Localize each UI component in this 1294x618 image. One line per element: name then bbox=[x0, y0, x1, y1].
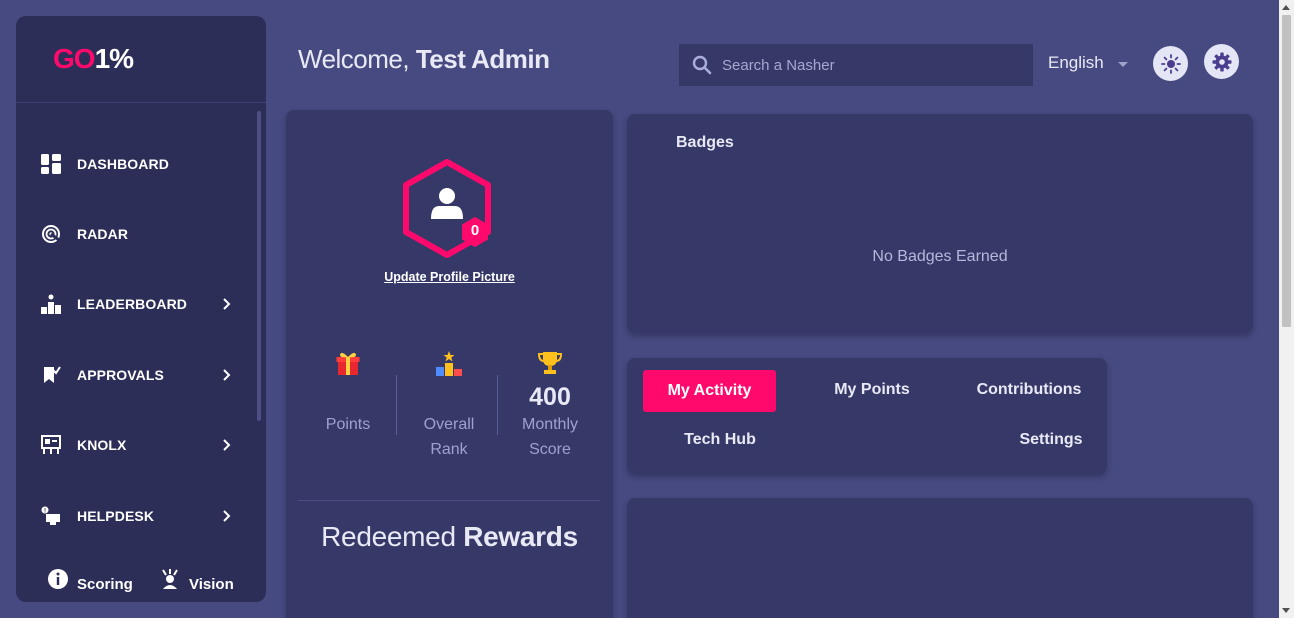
dashboard-icon bbox=[40, 153, 62, 175]
overall-rank-label-2: Rank bbox=[430, 441, 468, 458]
update-profile-picture-link[interactable]: Update Profile Picture bbox=[286, 270, 613, 284]
scoring-label: Scoring bbox=[77, 576, 133, 593]
app-logo[interactable]: GO1% bbox=[53, 43, 134, 75]
approvals-icon bbox=[40, 364, 62, 386]
language-value: English bbox=[1048, 53, 1104, 72]
monthly-score-value: 400 bbox=[529, 383, 571, 411]
redeemed-rewards-heading: Redeemed Rewards bbox=[286, 521, 613, 553]
stat-monthly-score: 400 Monthly Score bbox=[500, 348, 600, 462]
chevron-right-icon bbox=[223, 369, 231, 381]
tab-contributions[interactable]: Contributions bbox=[967, 369, 1091, 411]
monthly-score-label-1: Monthly bbox=[521, 416, 579, 433]
vision-link[interactable]: Vision bbox=[159, 564, 234, 593]
tab-settings[interactable]: Settings bbox=[1007, 419, 1095, 461]
sidebar-item-dashboard[interactable]: DASHBOARD bbox=[16, 144, 256, 184]
sidebar-item-helpdesk[interactable]: ! HELPDESK bbox=[16, 496, 256, 536]
overall-rank-value bbox=[399, 382, 499, 412]
sidebar-item-leaderboard[interactable]: LEADERBOARD bbox=[16, 284, 256, 324]
sidebar-item-label: HELPDESK bbox=[77, 508, 155, 524]
theme-toggle-button[interactable] bbox=[1153, 46, 1188, 81]
points-value bbox=[298, 382, 398, 412]
sidebar-footer: Scoring Vision bbox=[16, 564, 266, 594]
sidebar-item-radar[interactable]: RADAR bbox=[16, 214, 256, 254]
welcome-prefix: Welcome, bbox=[298, 44, 410, 74]
chevron-right-icon bbox=[223, 439, 231, 451]
sidebar-item-label: KNOLX bbox=[77, 437, 127, 453]
logo-area: GO1% bbox=[16, 16, 266, 103]
profile-divider bbox=[298, 500, 600, 501]
logo-percent-text: 1% bbox=[94, 43, 134, 74]
tab-my-activity[interactable]: My Activity bbox=[643, 370, 776, 412]
badges-title: Badges bbox=[676, 134, 734, 151]
vision-label: Vision bbox=[189, 576, 234, 593]
level-badge: 0 bbox=[460, 216, 490, 248]
leaderboard-icon bbox=[40, 293, 62, 315]
scrollbar-thumb[interactable] bbox=[1282, 15, 1291, 327]
sidebar: GO1% DASHBOARD RADAR LEADERBOARD APPROVA… bbox=[16, 16, 266, 602]
knolx-icon bbox=[40, 434, 62, 456]
helpdesk-icon: ! bbox=[40, 505, 62, 527]
svg-text:!: ! bbox=[44, 509, 46, 515]
sidebar-scrollbar[interactable] bbox=[257, 111, 261, 421]
activity-content-card bbox=[627, 498, 1253, 618]
language-select[interactable]: English bbox=[1048, 53, 1128, 73]
gift-icon bbox=[298, 348, 398, 378]
user-name: Test Admin bbox=[415, 44, 550, 74]
scoring-link[interactable]: Scoring bbox=[47, 564, 133, 593]
sidebar-item-label: DASHBOARD bbox=[77, 156, 169, 172]
welcome-heading: Welcome, Test Admin bbox=[298, 44, 550, 75]
profile-card: 0 Update Profile Picture Points Overall … bbox=[286, 110, 613, 618]
gear-icon bbox=[1212, 52, 1231, 71]
logo-go-text: GO bbox=[53, 43, 96, 74]
level-badge-value: 0 bbox=[470, 222, 480, 239]
settings-button[interactable] bbox=[1204, 44, 1239, 79]
sidebar-item-label: LEADERBOARD bbox=[77, 296, 187, 312]
tab-tech-hub[interactable]: Tech Hub bbox=[671, 419, 769, 461]
chevron-right-icon bbox=[223, 510, 231, 522]
points-label: Points bbox=[325, 416, 371, 433]
sidebar-item-label: APPROVALS bbox=[77, 367, 164, 383]
sidebar-item-approvals[interactable]: APPROVALS bbox=[16, 355, 256, 395]
redeemed-prefix: Redeemed bbox=[321, 521, 456, 552]
search-bar[interactable] bbox=[679, 44, 1033, 86]
scroll-up-arrow-icon[interactable] bbox=[1282, 5, 1290, 10]
monthly-score-label-2: Score bbox=[529, 441, 571, 458]
sun-icon bbox=[1160, 53, 1181, 74]
page-scrollbar[interactable] bbox=[1279, 0, 1294, 618]
profile-hexagon bbox=[403, 159, 491, 258]
badges-card: Badges No Badges Earned bbox=[627, 114, 1253, 333]
search-input[interactable] bbox=[722, 56, 1012, 74]
avatar[interactable]: 0 bbox=[400, 156, 504, 266]
redeemed-bold: Rewards bbox=[463, 521, 578, 552]
stat-divider bbox=[396, 375, 397, 435]
vision-icon bbox=[162, 568, 178, 589]
overall-rank-label-1: Overall bbox=[423, 416, 475, 433]
scroll-down-arrow-icon[interactable] bbox=[1282, 608, 1290, 613]
sidebar-item-knolx[interactable]: KNOLX bbox=[16, 425, 256, 465]
stat-points: Points bbox=[298, 348, 398, 437]
stat-overall-rank: Overall Rank bbox=[399, 348, 499, 462]
badges-empty-message: No Badges Earned bbox=[872, 248, 1008, 265]
trophy-icon bbox=[500, 348, 600, 378]
stat-divider bbox=[497, 375, 498, 435]
tab-my-points[interactable]: My Points bbox=[817, 369, 927, 411]
chevron-right-icon bbox=[223, 298, 231, 310]
search-icon bbox=[692, 55, 712, 75]
user-icon bbox=[431, 188, 463, 219]
info-icon bbox=[48, 568, 68, 589]
sidebar-item-label: RADAR bbox=[77, 226, 129, 242]
podium-icon bbox=[399, 348, 499, 378]
activity-tabs-card: My Activity My Points Contributions Tech… bbox=[627, 358, 1107, 474]
radar-icon bbox=[40, 223, 62, 245]
caret-down-icon bbox=[1117, 61, 1128, 67]
